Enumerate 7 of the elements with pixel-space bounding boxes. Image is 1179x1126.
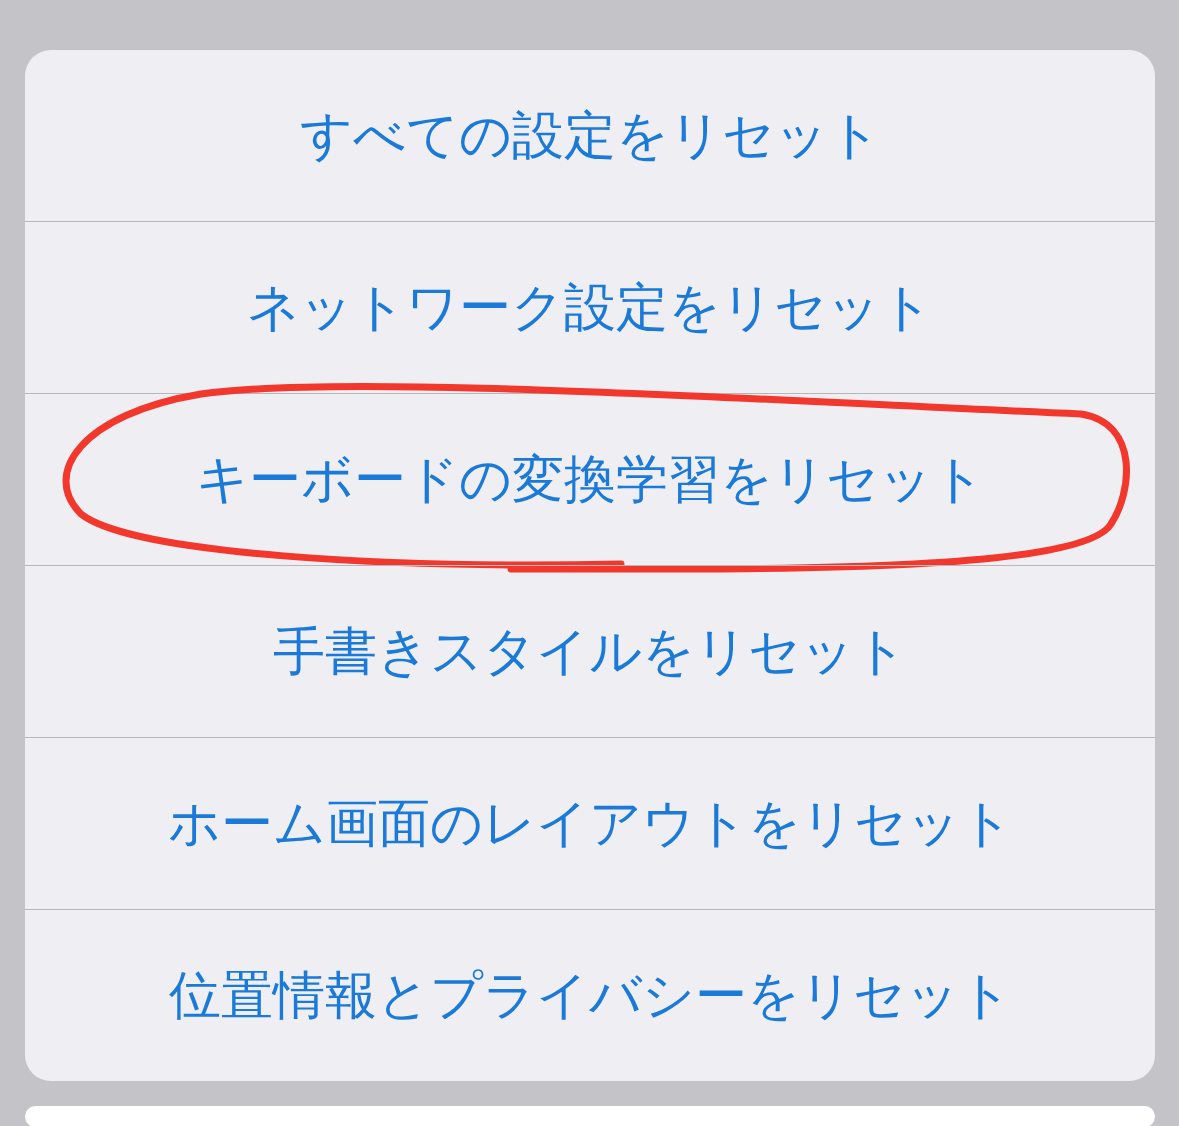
reset-option[interactable]: 位置情報とプライバシーをリセット xyxy=(162,956,1018,1035)
reset-option[interactable]: 手書きスタイルをリセット xyxy=(267,612,913,691)
cancel-button[interactable] xyxy=(25,1106,1155,1126)
reset-option[interactable]: キーボードの変換学習をリセット xyxy=(189,440,991,519)
reset-option[interactable]: ネットワーク設定をリセット xyxy=(241,268,939,347)
reset-option[interactable]: すべての設定をリセット xyxy=(293,96,887,175)
reset-option[interactable]: ホーム画面のレイアウトをリセット xyxy=(161,784,1019,863)
